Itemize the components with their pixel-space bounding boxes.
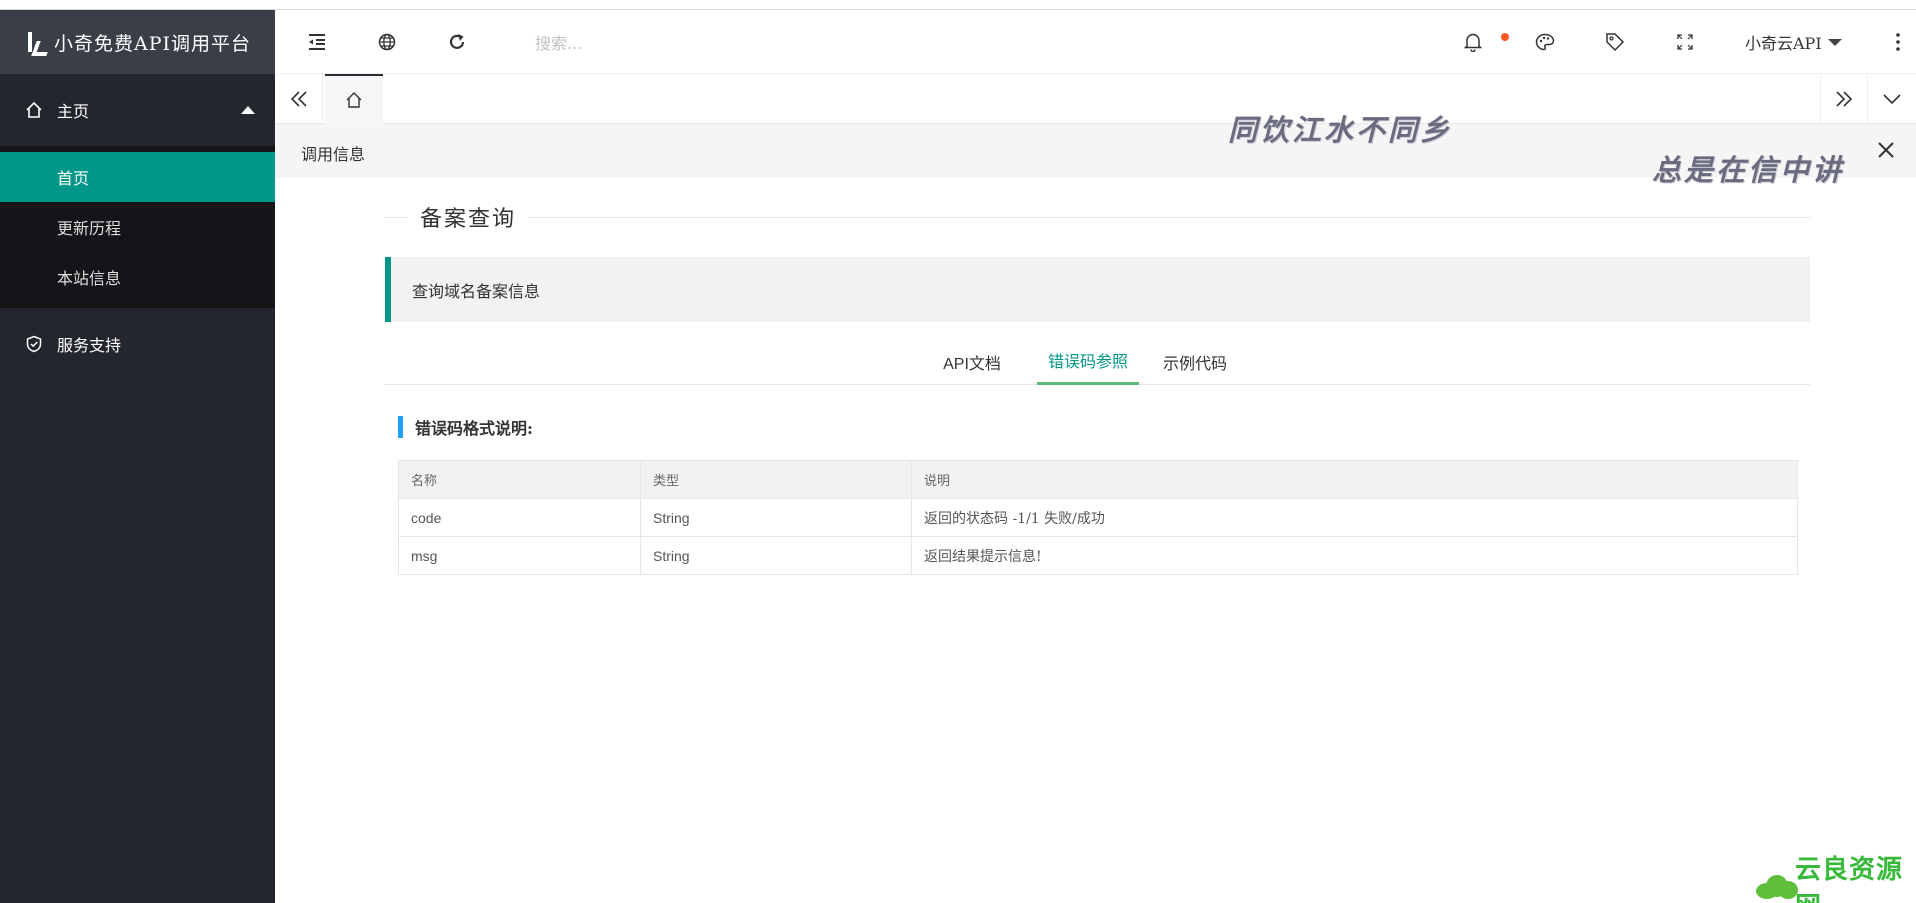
user-menu[interactable]: 小奇云API <box>1745 10 1842 74</box>
table-header-row: 名称 类型 说明 <box>398 460 1798 499</box>
column-header: 说明 <box>911 460 1798 499</box>
sidebar-group-home[interactable]: 主页 <box>0 74 275 146</box>
error-code-table: 名称 类型 说明 code String 返回的状态码 -1/1 失败/成功 m… <box>398 460 1798 575</box>
corner-logo-text: 云良资源网 <box>1795 854 1904 903</box>
sidebar-group-support[interactable]: 服务支持 <box>0 308 275 380</box>
caret-up-icon <box>241 106 255 114</box>
table-cell: msg <box>398 536 641 575</box>
table-cell: 返回的状态码 -1/1 失败/成功 <box>911 498 1798 537</box>
breadcrumb: 调用信息 <box>301 145 366 164</box>
watermark-text: 同饮江水不同乡 <box>1228 113 1453 147</box>
sidebar: 小奇免费API调用平台 主页 首页 更新历程 本站信息 服务支持 <box>0 10 275 903</box>
column-header: 类型 <box>640 460 912 499</box>
app-logo[interactable]: 小奇免费API调用平台 <box>0 10 275 74</box>
bell-icon[interactable] <box>1445 10 1501 74</box>
home-icon <box>346 92 362 108</box>
top-border <box>0 0 1916 10</box>
caret-down-icon <box>1827 38 1842 46</box>
notification-badge <box>1501 33 1509 41</box>
sidebar-item-label: 本站信息 <box>57 269 122 288</box>
page-title: 备案查询 <box>408 201 529 233</box>
sidebar-group-label: 主页 <box>57 102 90 121</box>
tab-sample-code[interactable]: 示例代码 <box>1155 338 1235 385</box>
user-name: 小奇云API <box>1745 34 1822 53</box>
sidebar-item-label: 更新历程 <box>57 219 122 238</box>
cloud-icon <box>1752 871 1798 901</box>
sidebar-item-site-info[interactable]: 本站信息 <box>0 252 275 302</box>
shield-check-icon <box>24 334 44 354</box>
app-title: 小奇免费API调用平台 <box>54 32 252 55</box>
tabs-scroll-right-button[interactable] <box>1820 74 1868 124</box>
logo-icon <box>26 32 46 52</box>
tab-error-codes[interactable]: 错误码参照 <box>1037 338 1139 385</box>
fieldset-line <box>385 217 1810 218</box>
watermark-text: 总是在信中讲 <box>1652 153 1845 187</box>
doc-tabs: API文档 错误码参照 示例代码 <box>385 338 1810 385</box>
table-cell: String <box>640 536 912 575</box>
corner-site-logo: 云良资源网 <box>1752 855 1916 903</box>
page-tabs-bar <box>275 74 1916 124</box>
api-description: 查询域名备案信息 <box>385 257 1810 322</box>
column-header: 名称 <box>398 460 641 499</box>
search-input[interactable]: 搜索... <box>535 30 582 54</box>
more-vertical-icon[interactable] <box>1883 10 1913 74</box>
tabs-scroll-left-button[interactable] <box>275 74 323 124</box>
sidebar-item-home[interactable]: 首页 <box>0 152 275 202</box>
fullscreen-icon[interactable] <box>1657 10 1713 74</box>
tag-icon[interactable] <box>1587 10 1643 74</box>
sidebar-item-changelog[interactable]: 更新历程 <box>0 202 275 252</box>
tabs-options-dropdown[interactable] <box>1868 74 1916 124</box>
table-row: msg String 返回结果提示信息! <box>398 536 1798 575</box>
description-text: 查询域名备案信息 <box>412 281 541 301</box>
palette-icon[interactable] <box>1517 10 1573 74</box>
table-cell: code <box>398 498 641 537</box>
globe-icon[interactable] <box>355 10 419 74</box>
home-icon <box>24 100 44 120</box>
close-icon[interactable] <box>1874 138 1898 162</box>
table-cell: 返回结果提示信息! <box>911 536 1798 575</box>
tab-api-docs[interactable]: API文档 <box>932 338 1012 385</box>
tab-home[interactable] <box>325 74 383 124</box>
flex-menu-icon[interactable] <box>285 10 349 74</box>
sidebar-submenu: 首页 更新历程 本站信息 <box>0 146 275 308</box>
section-title: 错误码格式说明: <box>398 416 533 438</box>
sidebar-item-label: 首页 <box>57 169 90 188</box>
top-header: 搜索... 小奇云API <box>275 10 1916 74</box>
section-title-text: 错误码格式说明: <box>415 419 533 438</box>
refresh-icon[interactable] <box>425 10 489 74</box>
table-cell: String <box>640 498 912 537</box>
table-row: code String 返回的状态码 -1/1 失败/成功 <box>398 498 1798 537</box>
sidebar-group-label: 服务支持 <box>57 336 122 355</box>
